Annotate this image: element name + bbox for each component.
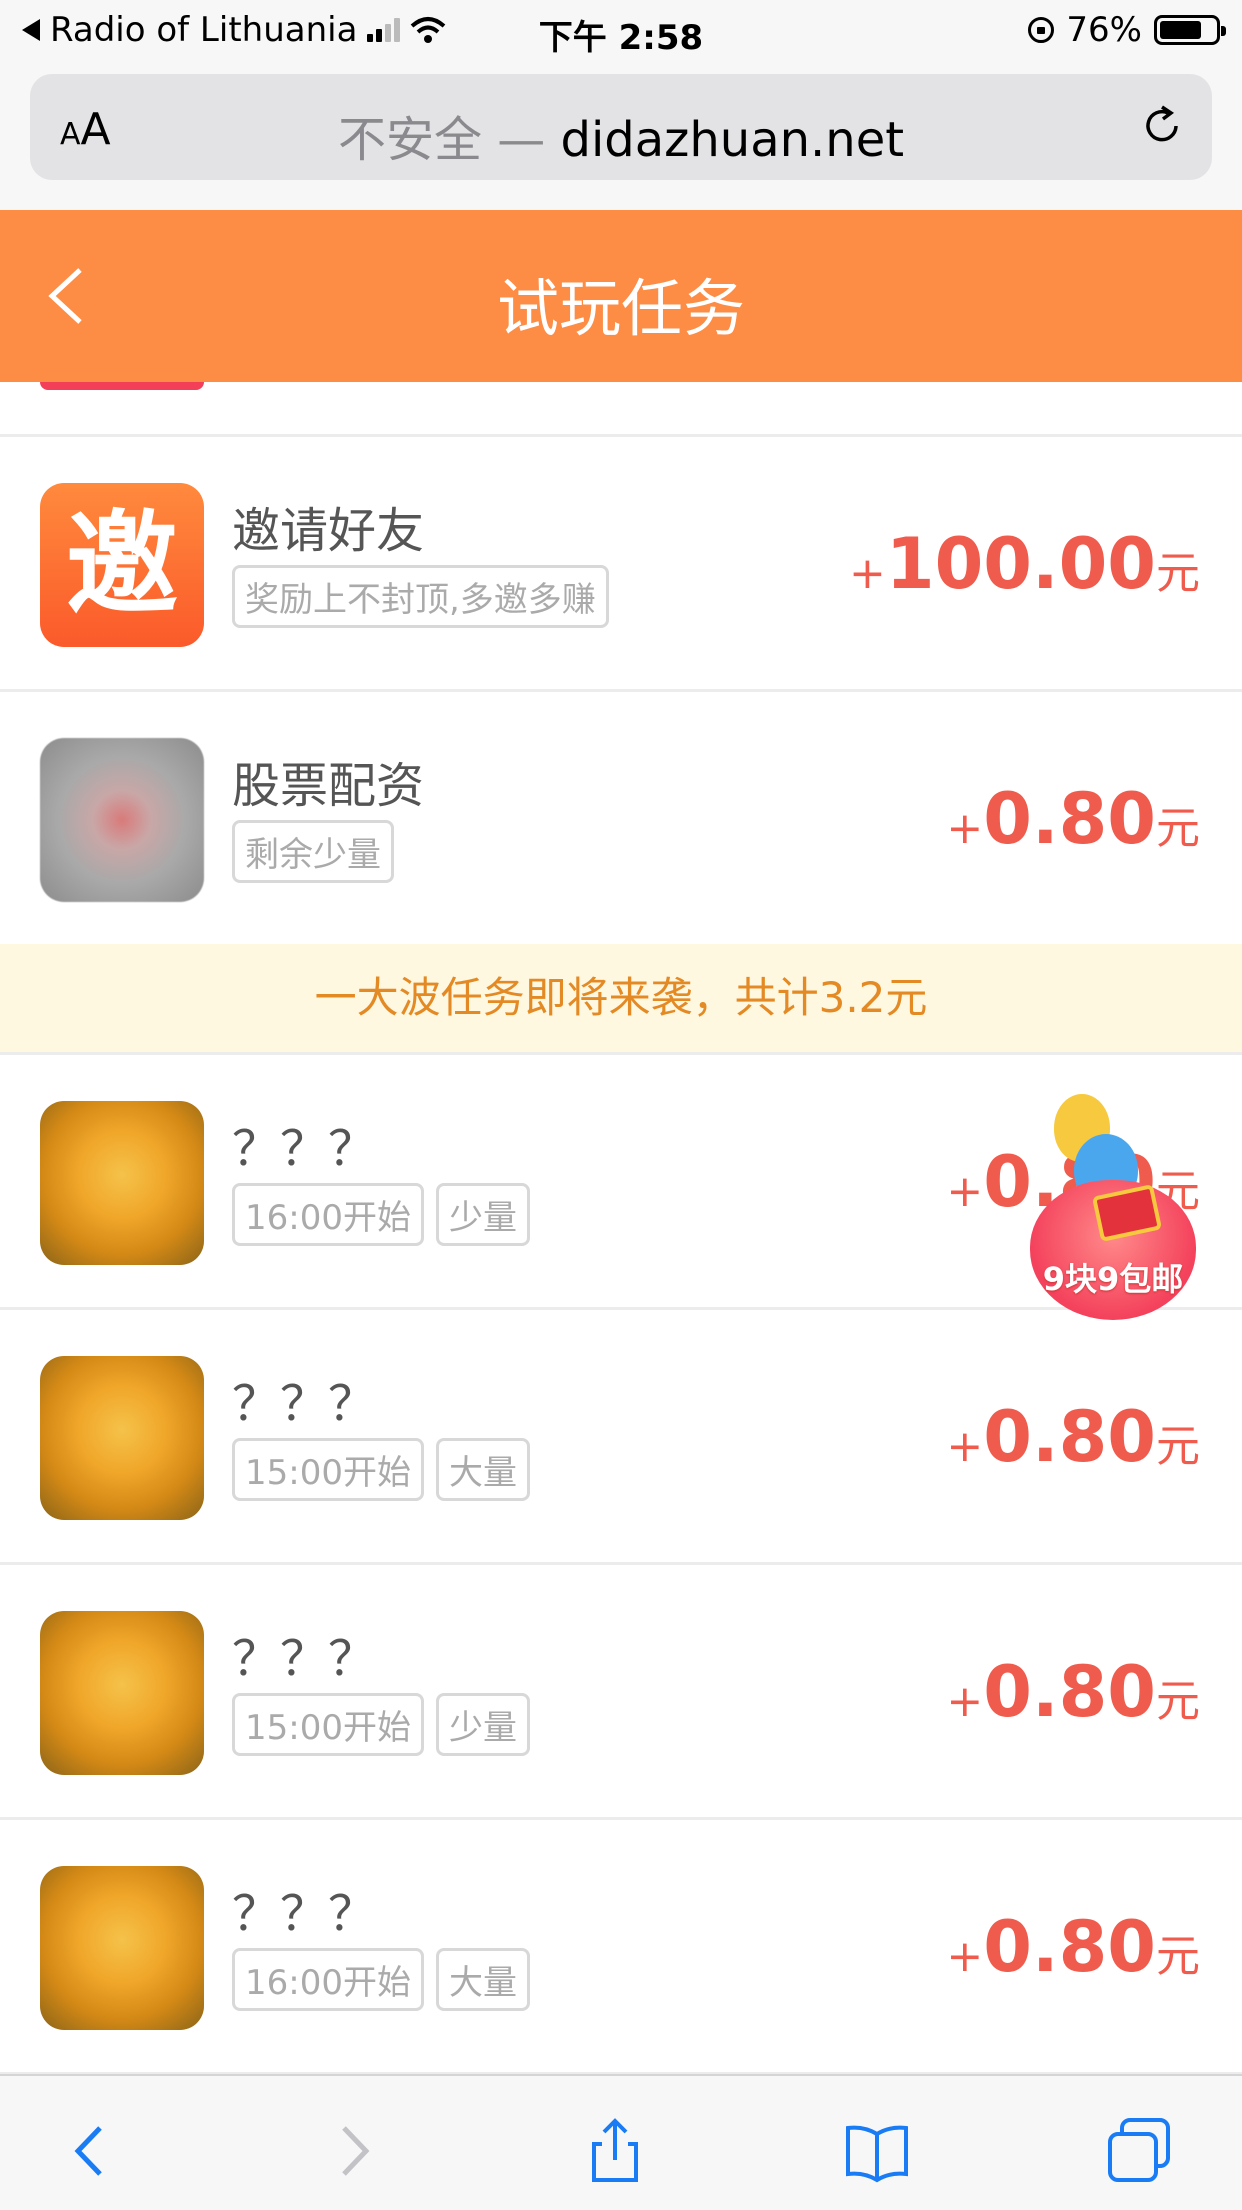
task-tags: 剩余少量 bbox=[232, 820, 394, 883]
upcoming-row[interactable]: ？？？ 15:00开始 大量 +0.80元 bbox=[0, 1310, 1242, 1565]
status-bar: Radio of Lithuania 下午 2:58 76% bbox=[0, 0, 1242, 62]
task-reward: +0.80元 bbox=[946, 1651, 1200, 1733]
partial-button bbox=[40, 382, 204, 390]
invite-thumb: 邀 bbox=[40, 483, 204, 647]
status-right: 76% bbox=[1028, 10, 1226, 50]
tabs-icon[interactable] bbox=[1104, 2116, 1174, 2186]
quantity-tag: 少量 bbox=[435, 1183, 530, 1246]
quantity-tag: 大量 bbox=[435, 1948, 530, 2011]
reward-plus: + bbox=[849, 548, 886, 599]
task-row-stock[interactable]: 股票配资 剩余少量 +0.80元 bbox=[0, 692, 1242, 947]
task-thumbnail bbox=[40, 1611, 204, 1775]
start-time-tag: 15:00开始 bbox=[232, 1438, 424, 1501]
orientation-lock-icon bbox=[1028, 17, 1055, 43]
reload-icon[interactable] bbox=[1140, 104, 1184, 148]
share-icon[interactable] bbox=[580, 2116, 650, 2186]
task-tag: 剩余少量 bbox=[232, 820, 394, 883]
task-tags: 16:00开始 大量 bbox=[232, 1948, 530, 2011]
reward-amount: 0.80 bbox=[983, 1396, 1156, 1478]
task-reward: +0.80元 bbox=[946, 1396, 1200, 1478]
task-name: ？？？ bbox=[232, 1631, 377, 1687]
reward-unit: 元 bbox=[1156, 1931, 1200, 1982]
app-header: 试玩任务 bbox=[0, 210, 1242, 382]
reward-amount: 0.80 bbox=[983, 778, 1156, 860]
task-reward: +100.00元 bbox=[849, 523, 1200, 605]
forward-icon[interactable] bbox=[318, 2116, 388, 2186]
reward-amount: 0.80 bbox=[983, 1651, 1156, 1733]
task-tags: 16:00开始 少量 bbox=[232, 1183, 530, 1246]
reward-unit: 元 bbox=[1156, 548, 1200, 599]
browser-chrome: AA 不安全 — didazhuan.net bbox=[0, 62, 1242, 210]
reward-plus: + bbox=[946, 1931, 984, 1982]
start-time-tag: 16:00开始 bbox=[232, 1948, 424, 2011]
task-reward: +0.80元 bbox=[946, 1906, 1200, 1988]
reward-unit: 元 bbox=[1156, 803, 1200, 854]
quantity-tag: 少量 bbox=[435, 1693, 530, 1756]
reward-plus: + bbox=[946, 1676, 984, 1727]
task-thumbnail bbox=[40, 1101, 204, 1265]
back-icon[interactable] bbox=[56, 2116, 126, 2186]
task-tags: 15:00开始 少量 bbox=[232, 1693, 530, 1756]
upcoming-row[interactable]: ？？？ 16:00开始 大量 +0.80元 bbox=[0, 1820, 1242, 2075]
address-bar[interactable]: AA 不安全 — didazhuan.net bbox=[30, 74, 1212, 180]
task-tag: 奖励上不封顶,多邀多赚 bbox=[232, 565, 609, 628]
task-name: ？？？ bbox=[232, 1376, 377, 1432]
partial-row bbox=[0, 382, 1242, 437]
reward-amount: 0.80 bbox=[983, 1906, 1156, 1988]
task-tags: 奖励上不封顶,多邀多赚 bbox=[232, 565, 609, 628]
task-name: 股票配资 bbox=[232, 758, 425, 814]
reward-plus: + bbox=[946, 1166, 984, 1217]
task-row-invite[interactable]: 邀 邀请好友 奖励上不封顶,多邀多赚 +100.00元 bbox=[0, 437, 1242, 692]
task-name: ？？？ bbox=[232, 1886, 377, 1942]
domain-label: didazhuan.net bbox=[560, 112, 905, 168]
task-thumbnail bbox=[40, 1356, 204, 1520]
reward-amount: 100.00 bbox=[885, 523, 1156, 605]
task-tags: 15:00开始 大量 bbox=[232, 1438, 530, 1501]
task-name: ？？？ bbox=[232, 1121, 377, 1177]
bookmarks-icon[interactable] bbox=[842, 2116, 912, 2186]
url-display[interactable]: 不安全 — didazhuan.net bbox=[30, 100, 1212, 170]
reward-plus: + bbox=[946, 803, 984, 854]
insecure-label: 不安全 — bbox=[337, 112, 546, 168]
battery-icon bbox=[1154, 15, 1226, 45]
upcoming-banner: 一大波任务即将来袭，共计3.2元 bbox=[0, 944, 1242, 1055]
reward-unit: 元 bbox=[1156, 1421, 1200, 1472]
task-name: 邀请好友 bbox=[232, 503, 425, 559]
page-title: 试玩任务 bbox=[496, 272, 745, 345]
reward-plus: + bbox=[946, 1421, 984, 1472]
promo-label: 9块9包邮 bbox=[1042, 1260, 1184, 1298]
upcoming-row[interactable]: ？？？ 15:00开始 少量 +0.80元 bbox=[0, 1565, 1242, 1820]
task-thumbnail bbox=[40, 738, 204, 902]
task-thumbnail bbox=[40, 1866, 204, 2030]
reward-unit: 元 bbox=[1156, 1676, 1200, 1727]
task-reward: +0.80元 bbox=[946, 778, 1200, 860]
start-time-tag: 16:00开始 bbox=[232, 1183, 424, 1246]
browser-toolbar bbox=[0, 2074, 1242, 2210]
start-time-tag: 15:00开始 bbox=[232, 1693, 424, 1756]
battery-percent: 76% bbox=[1066, 10, 1142, 50]
promo-floating-button[interactable]: 9块9包邮 bbox=[1030, 1094, 1200, 1324]
quantity-tag: 大量 bbox=[435, 1438, 530, 1501]
